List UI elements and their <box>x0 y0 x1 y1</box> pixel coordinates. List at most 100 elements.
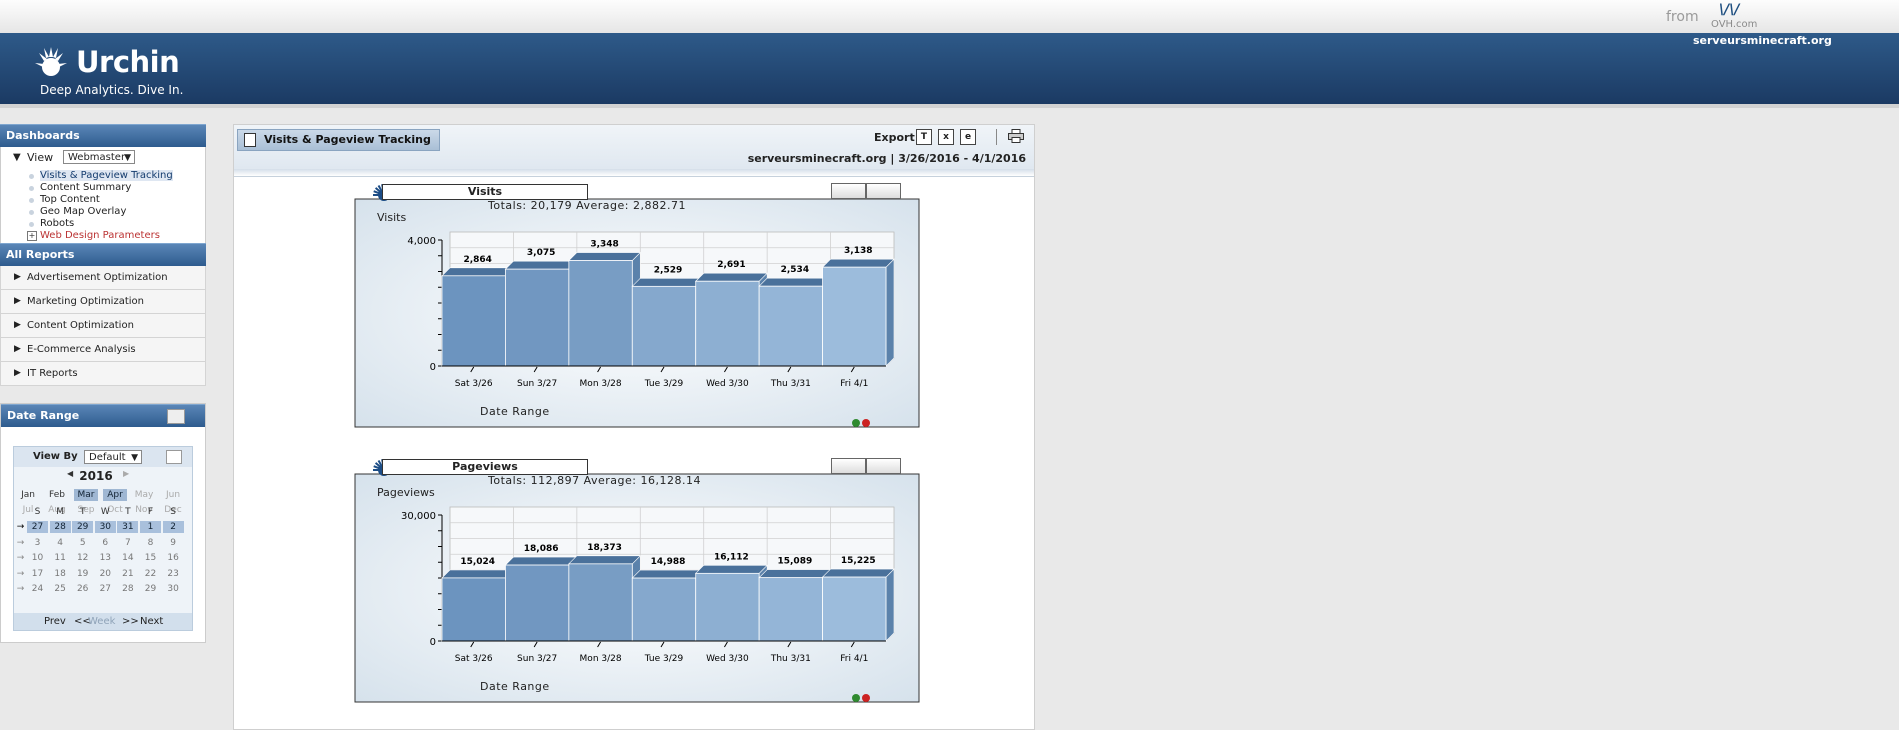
view-by-select[interactable]: Default ▼ <box>84 450 142 464</box>
data-label: 18,086 <box>524 544 559 554</box>
calendar-day[interactable]: 14 <box>117 552 138 564</box>
calendar-day[interactable]: 12 <box>72 552 93 564</box>
calendar-day[interactable]: 17 <box>27 568 48 580</box>
calendar-day[interactable]: 1 <box>140 521 161 533</box>
calendar-day[interactable]: 9 <box>163 537 184 549</box>
calendar-day[interactable]: 28 <box>117 583 138 595</box>
calendar-day[interactable]: 11 <box>50 552 71 564</box>
dashboard-item-robots[interactable]: Robots <box>1 218 205 230</box>
bullet-icon <box>29 174 34 179</box>
calendar-day[interactable]: 30 <box>163 583 184 595</box>
dashboard-item-geo-map[interactable]: Geo Map Overlay <box>1 206 205 218</box>
bullet-icon <box>29 186 34 191</box>
print-icon[interactable] <box>1008 129 1024 143</box>
dashboard-item-visits-pageview[interactable]: Visits & Pageview Tracking <box>1 170 205 182</box>
calendar-day[interactable]: 29 <box>140 583 161 595</box>
month-apr[interactable]: Apr <box>103 489 127 501</box>
green-dot-icon[interactable] <box>852 419 860 427</box>
calendar-day[interactable]: 24 <box>27 583 48 595</box>
next-week-icon[interactable]: >> <box>122 616 139 627</box>
calendar-day[interactable]: 30 <box>94 521 116 533</box>
data-label: 2,691 <box>717 260 745 270</box>
sidebar: Dashboards ▼ View Webmaster ▼ Visits & P… <box>0 124 206 386</box>
weekday-header: T <box>79 507 86 517</box>
report-ecommerce[interactable]: ▶ E-Commerce Analysis <box>0 338 206 362</box>
export-text-icon[interactable]: T <box>916 129 932 145</box>
red-dot-icon[interactable] <box>862 419 870 427</box>
month-feb[interactable]: Feb <box>45 489 69 501</box>
calendar-day[interactable]: 4 <box>50 537 71 549</box>
dashboard-item-web-design[interactable]: + Web Design Parameters <box>1 230 205 242</box>
green-dot-icon[interactable] <box>852 694 860 702</box>
report-content[interactable]: ▶ Content Optimization <box>0 314 206 338</box>
calendar-day[interactable]: 27 <box>95 583 116 595</box>
calendar-day[interactable]: 21 <box>117 568 138 580</box>
date-range-title: Date Range <box>7 409 80 422</box>
bar-chart-button[interactable] <box>831 183 866 199</box>
calendar-day[interactable]: 13 <box>95 552 116 564</box>
bar <box>758 577 823 642</box>
calendar-day[interactable]: 31 <box>117 521 139 533</box>
next-year-arrow-icon[interactable]: ▶ <box>123 469 129 478</box>
report-it[interactable]: ▶ IT Reports <box>0 362 206 386</box>
export-xml-icon[interactable]: x <box>938 129 954 145</box>
calendar-day[interactable]: 10 <box>27 552 48 564</box>
x-tick-label: Tue 3/29 <box>644 379 684 389</box>
calendar-day[interactable]: 18 <box>50 568 71 580</box>
ovh-logo[interactable]: \/\/ OVH.com <box>1711 2 1757 30</box>
bar-top <box>694 565 768 574</box>
calendar-day[interactable]: 20 <box>95 568 116 580</box>
calendar-day[interactable]: 3 <box>27 537 48 549</box>
expand-plus-icon[interactable]: + <box>27 231 37 241</box>
calendar-icon[interactable] <box>167 409 185 424</box>
calendar-day[interactable]: 16 <box>163 552 184 564</box>
dashboard-item-top-content[interactable]: Top Content <box>1 194 205 206</box>
document-icon <box>244 133 256 147</box>
bar <box>441 577 506 642</box>
prev-button[interactable]: Prev <box>44 616 66 627</box>
header-gradient <box>234 169 1034 176</box>
calendar-day[interactable]: 8 <box>140 537 161 549</box>
calendar-day[interactable]: 6 <box>95 537 116 549</box>
line-chart-button[interactable] <box>866 458 901 474</box>
calendar-day[interactable]: 25 <box>50 583 71 595</box>
next-button[interactable]: Next <box>140 616 163 627</box>
report-label: E-Commerce Analysis <box>27 344 136 355</box>
calendar-day[interactable]: 2 <box>162 521 184 533</box>
calendar-day[interactable]: 15 <box>140 552 161 564</box>
calendar-day[interactable]: 5 <box>72 537 93 549</box>
visits-chart-svg: 4,000 0 2,864 Sat 3/26 3,075 Sun 3/27 3,348 Mon… <box>354 184 920 428</box>
tab-visits-pageview[interactable]: Visits & Pageview Tracking <box>237 129 440 151</box>
collapse-triangle-icon[interactable]: ▼ <box>13 152 21 163</box>
expand-triangle-icon: ▶ <box>14 344 21 354</box>
calendar-day[interactable]: 29 <box>72 521 94 533</box>
calendar-day[interactable]: 26 <box>72 583 93 595</box>
red-dot-icon[interactable] <box>862 694 870 702</box>
prev-year-arrow-icon[interactable]: ◀ <box>67 469 73 478</box>
bar-chart-button[interactable] <box>831 458 866 474</box>
weekday-header: S <box>170 507 176 517</box>
bar <box>695 572 760 642</box>
dashboard-item-content-summary[interactable]: Content Summary <box>1 182 205 194</box>
calendar-day[interactable]: 7 <box>117 537 138 549</box>
header-divider <box>0 104 1899 108</box>
report-marketing[interactable]: ▶ Marketing Optimization <box>0 290 206 314</box>
calendar-day[interactable]: 19 <box>72 568 93 580</box>
month-mar[interactable]: Mar <box>74 489 98 501</box>
month-jan[interactable]: Jan <box>16 489 40 501</box>
bar-top <box>758 277 832 287</box>
export-excel-icon[interactable]: e <box>960 129 976 145</box>
view-select[interactable]: Webmaster ▼ <box>63 150 135 164</box>
y-axis-label: Visits <box>377 211 407 224</box>
calendar-day[interactable]: 27 <box>27 521 48 533</box>
x-tick-label: Wed 3/30 <box>706 379 749 389</box>
expand-triangle-icon: ▶ <box>14 368 21 378</box>
calendar-day[interactable]: 28 <box>49 521 71 533</box>
calendar-icon[interactable] <box>166 450 182 464</box>
calendar-day[interactable]: 23 <box>163 568 184 580</box>
report-advertisement[interactable]: ▶ Advertisement Optimization <box>0 266 206 290</box>
line-chart-button[interactable] <box>866 183 901 199</box>
calendar-day[interactable]: 22 <box>140 568 161 580</box>
month-jun[interactable]: Jun <box>161 489 185 501</box>
month-may[interactable]: May <box>132 489 156 501</box>
